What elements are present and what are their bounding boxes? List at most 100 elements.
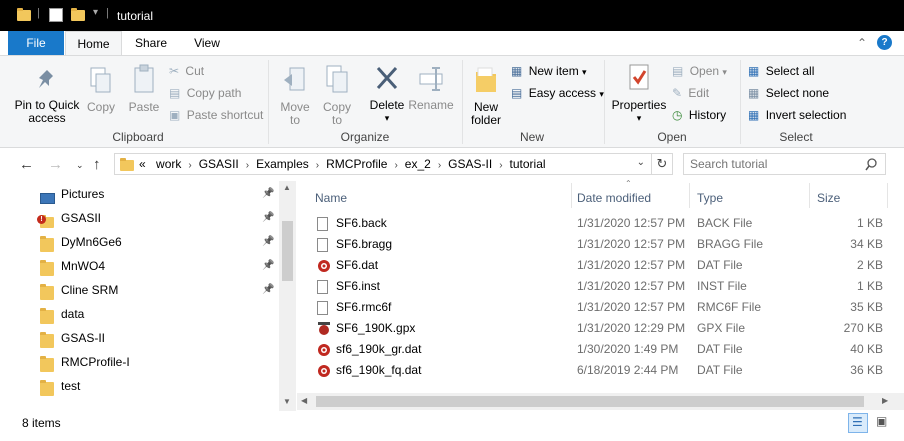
column-divider[interactable] [571,183,572,208]
easy-access-button[interactable]: ▤ Easy access ▾ [511,85,604,102]
breadcrumb-item[interactable]: Examples [256,157,309,171]
move-to-button[interactable]: Move to [278,64,312,127]
edit-button[interactable]: ✎ Edit [672,85,709,101]
nav-pane-scroll-thumb[interactable] [282,221,293,281]
copy-path-button[interactable]: ▤ Copy path [169,85,241,101]
file-date: 1/31/2020 12:29 PM [577,321,686,335]
tab-file[interactable]: File [8,31,64,55]
up-arrow-icon[interactable]: ↑ [93,156,101,173]
pin-icon[interactable]: 📌 [262,182,274,206]
breadcrumb-item[interactable]: GSASII [199,157,239,171]
breadcrumb-item[interactable]: RMCProfile [326,157,387,171]
file-row[interactable]: sf6_190k_fq.dat 6/18/2019 2:44 PM DAT File… [313,360,889,381]
delete-dropdown-icon[interactable]: ▾ [368,112,406,125]
column-divider[interactable] [689,183,690,208]
nav-item[interactable]: RMCProfile-I [36,350,276,374]
pin-to-quick-access-button[interactable]: Pin to Quick access [12,68,82,125]
column-header-name[interactable]: Name [315,186,347,210]
address-bar[interactable]: « work › GSASII › Examples › RMCProfile › ex_2 › G… [114,153,652,175]
nav-item[interactable]: DyMn6Ge6 📌 [36,230,276,254]
pin-icon[interactable]: 📌 [262,254,274,278]
copy-to-button[interactable]: Copy to [320,64,354,127]
file-list-hscrollbar[interactable]: ◀ ▶ [297,393,904,410]
details-view-button[interactable]: ☰ [848,413,868,433]
pin-icon[interactable]: 📌 [262,278,274,302]
column-header-type[interactable]: Type [697,186,723,210]
scroll-up-icon[interactable]: ▲ [283,183,291,192]
properties-qa-icon[interactable] [49,8,63,22]
nav-item-label: MnWO4 [61,259,106,273]
file-row[interactable]: SF6.dat 1/31/2020 12:57 PM DAT File 2 KB [313,255,889,276]
delete-button[interactable]: Delete ▾ [368,64,406,125]
nav-item[interactable]: GSAS-II [36,326,276,350]
select-all-button[interactable]: ▦ Select all [748,63,814,79]
rename-button[interactable]: Rename [408,64,454,112]
new-item-button[interactable]: ▦ New item ▾ [511,63,587,80]
properties-button[interactable]: Properties ▾ [610,62,668,125]
pin-icon[interactable]: 📌 [262,206,274,230]
breadcrumb-item[interactable]: ex_2 [405,157,431,171]
breadcrumb-item[interactable]: GSAS-II [448,157,492,171]
nav-item[interactable]: ! GSASII 📌 [36,206,276,230]
file-date: 1/31/2020 12:57 PM [577,300,686,314]
tab-view[interactable]: View [185,31,229,55]
breadcrumb-item[interactable]: tutorial [510,157,546,171]
file-row[interactable]: SF6_190K.gpx 1/31/2020 12:29 PM GPX File 27… [313,318,889,339]
properties-dropdown-icon[interactable]: ▾ [610,112,668,125]
column-header-date[interactable]: Date modified [577,186,651,210]
qa-dropdown-icon[interactable]: ▾ [93,7,98,18]
column-header-size[interactable]: Size [817,186,840,210]
collapse-ribbon-icon[interactable]: ⌃ [857,36,867,50]
breadcrumb-chevron-icon[interactable]: › [316,160,319,171]
select-none-button[interactable]: ▦ Select none [748,85,829,101]
invert-selection-button[interactable]: ▦ Invert selection [748,107,846,123]
breadcrumb-chevron-icon[interactable]: › [188,160,191,171]
tab-home[interactable]: Home [65,31,122,55]
select-all-label: Select all [765,64,815,78]
file-row[interactable]: SF6.back 1/31/2020 12:57 PM BACK File 1 KB [313,213,889,234]
large-icons-view-button[interactable]: ▣ [873,413,893,433]
new-folder-qa-icon[interactable] [71,8,85,21]
address-dropdown-icon[interactable]: ⌄ [637,157,645,168]
help-icon[interactable]: ? [877,35,892,50]
breadcrumb-item[interactable]: work [156,157,181,171]
history-button[interactable]: ◷ History [672,107,726,123]
recent-locations-icon[interactable]: ⌄ [76,160,84,171]
scroll-left-icon[interactable]: ◀ [301,396,307,405]
back-arrow-icon[interactable]: ← [19,156,34,173]
breadcrumb-chevron-icon[interactable]: › [499,160,502,171]
breadcrumb-chevron-icon[interactable]: › [246,160,249,171]
file-row[interactable]: SF6.bragg 1/31/2020 12:57 PM BRAGG File 34 … [313,234,889,255]
tab-share[interactable]: Share [127,31,175,55]
cut-button[interactable]: ✂ Cut [169,63,204,79]
nav-item[interactable]: test [36,374,276,398]
pin-icon[interactable]: 📌 [262,230,274,254]
breadcrumb-chevron-icon[interactable]: › [438,160,441,171]
breadcrumb-chevron-icon[interactable]: › [394,160,397,171]
nav-item[interactable]: Cline SRM 📌 [36,278,276,302]
paste-button[interactable]: Paste [126,64,162,114]
open-button[interactable]: ▤ Open ▾ [672,63,727,80]
nav-pane-scrollbar[interactable]: ▲ ▼ [279,181,296,411]
column-divider[interactable] [809,183,810,208]
file-type: INST File [697,279,747,293]
column-divider[interactable] [887,183,888,208]
file-row[interactable]: SF6.rmc6f 1/31/2020 12:57 PM RMC6F File 35 … [313,297,889,318]
breadcrumb-overflow[interactable]: « [139,157,146,171]
file-row[interactable]: SF6.inst 1/31/2020 12:57 PM INST File 1 KB [313,276,889,297]
forward-arrow-icon[interactable]: → [48,156,63,173]
paste-shortcut-button[interactable]: ▣ Paste shortcut [169,107,263,123]
search-box[interactable] [683,153,886,175]
refresh-button[interactable]: ↻ [651,153,673,175]
nav-item[interactable]: MnWO4 📌 [36,254,276,278]
file-list-scroll-thumb[interactable] [316,396,864,407]
nav-item[interactable]: data [36,302,276,326]
copy-button[interactable]: Copy [84,66,118,114]
file-row[interactable]: sf6_190k_gr.dat 1/30/2020 1:49 PM DAT File… [313,339,889,360]
search-icon[interactable] [865,158,877,171]
scroll-right-icon[interactable]: ▶ [882,396,888,405]
scroll-down-icon[interactable]: ▼ [283,397,291,406]
new-folder-button[interactable]: New folder [466,64,506,127]
search-input[interactable] [684,154,864,174]
nav-item[interactable]: Pictures 📌 [36,182,276,206]
